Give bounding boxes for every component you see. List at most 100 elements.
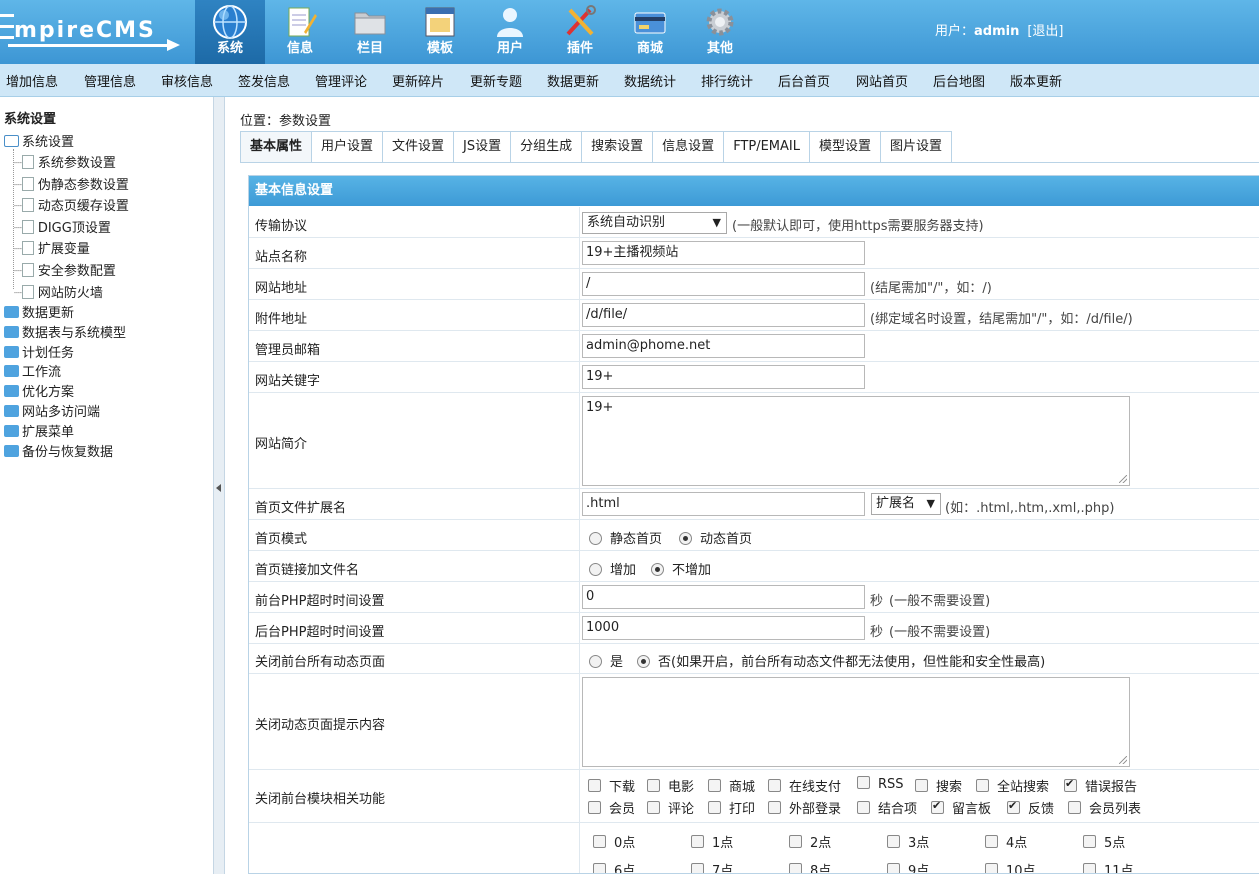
chk-search[interactable]: 搜索 xyxy=(915,776,962,795)
indexext-input[interactable]: .html xyxy=(582,492,865,516)
tab-user[interactable]: 用户设置 xyxy=(312,131,384,162)
chk-feedback[interactable]: 反馈 xyxy=(1007,798,1054,817)
radio-dynamic-index[interactable]: 动态首页 xyxy=(679,528,752,547)
chk-combine[interactable]: 结合项 xyxy=(857,798,917,817)
chk-download[interactable]: 下载 xyxy=(588,776,635,795)
fileurl-input[interactable]: /d/file/ xyxy=(582,303,865,327)
tab-basic[interactable]: 基本属性 xyxy=(240,131,313,162)
tree-folder-ext-menu[interactable]: 扩展菜单 xyxy=(4,421,74,440)
topnav-other[interactable]: 其他 xyxy=(685,0,755,64)
tree-folder-tables-models[interactable]: 数据表与系统模型 xyxy=(4,322,126,341)
chk-hour-10[interactable]: 10点 xyxy=(985,860,1036,873)
chk-guestbook[interactable]: 留言板 xyxy=(931,798,991,817)
topnav-info[interactable]: 信息 xyxy=(265,0,335,64)
menu-rank-stats[interactable]: 排行统计 xyxy=(701,71,753,90)
menu-add-info[interactable]: 增加信息 xyxy=(6,71,58,90)
chk-hour-9[interactable]: 9点 xyxy=(887,860,929,873)
menu-site-home[interactable]: 网站首页 xyxy=(856,71,908,90)
chk-external-login[interactable]: 外部登录 xyxy=(768,798,841,817)
radio-close-no[interactable]: 否(如果开启，前台所有动态文件都无法使用，但性能和安全性最高) xyxy=(637,651,1045,670)
breadcrumb-link[interactable]: 参数设置 xyxy=(279,114,331,129)
tab-model[interactable]: 模型设置 xyxy=(810,131,882,162)
tree-item-dynamic-cache[interactable]: ┈ 动态页缓存设置 xyxy=(14,195,129,214)
tab-group[interactable]: 分组生成 xyxy=(511,131,583,162)
intro-textarea[interactable]: 19+ xyxy=(582,396,1130,486)
radio-no-filename[interactable]: 不增加 xyxy=(651,559,711,578)
tree-item-firewall[interactable]: ┈ 网站防火墙 xyxy=(14,282,103,301)
chk-error-report[interactable]: 错误报告 xyxy=(1064,776,1137,795)
chk-hour-7[interactable]: 7点 xyxy=(691,860,733,873)
tree-item-security[interactable]: ┈ 安全参数配置 xyxy=(14,260,116,279)
chk-payment[interactable]: 在线支付 xyxy=(768,776,841,795)
logout-link[interactable]: [退出] xyxy=(1027,24,1063,39)
chk-hour-5[interactable]: 5点 xyxy=(1083,832,1125,851)
sidebar-collapse-bar[interactable] xyxy=(213,97,225,874)
topnav-user[interactable]: 用户 xyxy=(475,0,545,64)
menu-admin-map[interactable]: 后台地图 xyxy=(933,71,985,90)
menu-sign-info[interactable]: 签发信息 xyxy=(238,71,290,90)
menu-data-update[interactable]: 数据更新 xyxy=(547,71,599,90)
tree-folder-tasks[interactable]: 计划任务 xyxy=(4,342,74,361)
chk-hour-2[interactable]: 2点 xyxy=(789,832,831,851)
username[interactable]: admin xyxy=(974,24,1019,39)
menu-manage-info[interactable]: 管理信息 xyxy=(84,71,136,90)
chk-member[interactable]: 会员 xyxy=(588,798,635,817)
radio-close-yes[interactable]: 是 xyxy=(589,651,623,670)
tree-folder-optimize[interactable]: 优化方案 xyxy=(4,381,74,400)
email-input[interactable]: admin@phome.net xyxy=(582,334,865,358)
tree-item-digg[interactable]: ┈ DIGG顶设置 xyxy=(14,217,111,236)
tree-item-system-params[interactable]: ┈ 系统参数设置 xyxy=(14,152,116,171)
tab-info[interactable]: 信息设置 xyxy=(653,131,725,162)
menu-version-update[interactable]: 版本更新 xyxy=(1010,71,1062,90)
chk-comment[interactable]: 评论 xyxy=(647,798,694,817)
chk-hour-11[interactable]: 11点 xyxy=(1083,860,1134,873)
tree-folder-data-update[interactable]: 数据更新 xyxy=(4,302,74,321)
menu-admin-home[interactable]: 后台首页 xyxy=(778,71,830,90)
ext-select[interactable]: 扩展名 ▼ xyxy=(871,493,941,515)
chk-print[interactable]: 打印 xyxy=(708,798,755,817)
chk-hour-1[interactable]: 1点 xyxy=(691,832,733,851)
menu-data-stats[interactable]: 数据统计 xyxy=(624,71,676,90)
php-timeout-front-input[interactable]: 0 xyxy=(582,585,865,609)
tree-item-rewrite-params[interactable]: ┈ 伪静态参数设置 xyxy=(14,174,129,193)
tab-search[interactable]: 搜索设置 xyxy=(582,131,654,162)
chk-hour-3[interactable]: 3点 xyxy=(887,832,929,851)
chk-hour-4[interactable]: 4点 xyxy=(985,832,1027,851)
chk-hour-0[interactable]: 0点 xyxy=(593,832,635,851)
resize-grip-icon[interactable] xyxy=(1119,756,1127,764)
keywords-input[interactable]: 19+ xyxy=(582,365,865,389)
tab-image[interactable]: 图片设置 xyxy=(881,131,953,162)
tree-folder-multi-access[interactable]: 网站多访问端 xyxy=(4,401,100,420)
sitename-input[interactable]: 19+主播视频站 xyxy=(582,241,865,265)
resize-grip-icon[interactable] xyxy=(1119,475,1127,483)
php-timeout-back-input[interactable]: 1000 xyxy=(582,616,865,640)
radio-add-filename[interactable]: 增加 xyxy=(589,559,636,578)
chk-hour-6[interactable]: 6点 xyxy=(593,860,635,873)
topnav-template[interactable]: 模板 xyxy=(405,0,475,64)
tree-folder-workflow[interactable]: 工作流 xyxy=(4,361,61,380)
tree-folder-system[interactable]: 系统设置 xyxy=(4,131,74,150)
tree-item-ext-vars[interactable]: ┈ 扩展变量 xyxy=(14,238,90,257)
siteurl-input[interactable]: / xyxy=(582,272,865,296)
chk-member-list[interactable]: 会员列表 xyxy=(1068,798,1141,817)
protocol-select[interactable]: 系统自动识别 ▼ xyxy=(582,212,727,234)
close-tip-textarea[interactable] xyxy=(582,677,1130,767)
topnav-shop[interactable]: 商城 xyxy=(615,0,685,64)
tab-js[interactable]: JS设置 xyxy=(454,131,512,162)
chk-shop[interactable]: 商城 xyxy=(708,776,755,795)
chk-rss[interactable]: RSS xyxy=(857,776,904,792)
menu-update-fragments[interactable]: 更新碎片 xyxy=(392,71,444,90)
tab-file[interactable]: 文件设置 xyxy=(383,131,455,162)
chk-hour-8[interactable]: 8点 xyxy=(789,860,831,873)
topnav-system[interactable]: 系统 xyxy=(195,0,265,64)
tree-folder-backup[interactable]: 备份与恢复数据 xyxy=(4,441,113,460)
tab-ftp-email[interactable]: FTP/EMAIL xyxy=(724,131,810,162)
menu-review-info[interactable]: 审核信息 xyxy=(161,71,213,90)
topnav-column[interactable]: 栏目 xyxy=(335,0,405,64)
chk-movie[interactable]: 电影 xyxy=(647,776,694,795)
topnav-plugin[interactable]: 插件 xyxy=(545,0,615,64)
menu-update-topics[interactable]: 更新专题 xyxy=(470,71,522,90)
menu-manage-comments[interactable]: 管理评论 xyxy=(315,71,367,90)
chk-full-search[interactable]: 全站搜索 xyxy=(976,776,1049,795)
radio-static-index[interactable]: 静态首页 xyxy=(589,528,662,547)
